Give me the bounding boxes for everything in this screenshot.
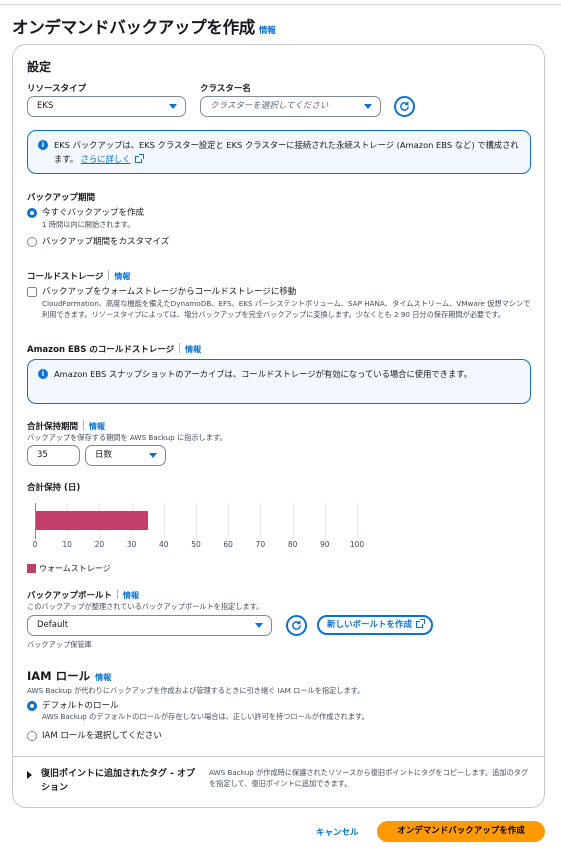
cold-storage-desc: CloudFormation、高度な機能を備えたDynamoDB、EFS、EKS… (42, 299, 531, 319)
cold-storage-label: コールドストレージ 情報 (27, 270, 131, 282)
chart-gridline (260, 503, 262, 539)
chart-bar-0 (36, 511, 148, 530)
learn-more-link[interactable]: さらに詳しく (81, 154, 144, 164)
chart-title: 合計保持 (日) (27, 483, 81, 493)
ebs-info-alert: i Amazon EBS スナップショットのアーカイブは、コールドストレージが有… (27, 359, 531, 404)
radio-backup-now[interactable] (27, 208, 37, 218)
info-link[interactable]: 情報 (114, 272, 130, 281)
settings-title: 設定 (27, 60, 52, 74)
refresh-clusters-button[interactable] (394, 96, 415, 117)
chart-x-tick-label: 30 (126, 540, 137, 549)
radio-customize-window-label: バックアップ期間をカスタマイズ (42, 237, 170, 247)
vault-hint: バックアップ保管庫 (27, 640, 92, 649)
resource-type-select[interactable]: EKS (27, 96, 186, 117)
chart-x-tick-label: 50 (191, 540, 201, 549)
vault-desc: このバックアップが整理されているバックアップボールトを指定します。 (27, 602, 264, 611)
chart-gridline (196, 503, 197, 539)
chart-x-tick-label: 20 (94, 540, 105, 549)
info-link[interactable]: 情報 (123, 591, 139, 600)
chart-gridline (228, 503, 230, 539)
tags-expander-label: 復旧ポイントに追加されたタグ - オプション (41, 769, 196, 793)
legend-swatch (27, 564, 36, 573)
retention-value-input[interactable]: 35 (27, 445, 80, 466)
vault-label: バックアップボールト 情報 (27, 589, 140, 601)
refresh-vaults-button[interactable] (286, 615, 307, 636)
chart-x-tick-label: 90 (320, 540, 330, 549)
radio-default-role[interactable] (27, 701, 37, 711)
tags-desc: AWS Backup が作成時に保護されたリソースから復旧ポイントにタグをコピー… (209, 768, 529, 788)
info-icon: i (38, 369, 48, 379)
cluster-name-label: クラスター名 (200, 84, 251, 94)
iam-role-desc: AWS Backup が代わりにバックアップを作成および管理するときに引き継ぐ … (27, 686, 365, 695)
cancel-button[interactable]: キャンセル (316, 826, 359, 838)
chart-x-tick-label: 80 (287, 540, 298, 549)
chart-x-tick-label: 70 (255, 540, 266, 549)
info-link[interactable]: 情報 (95, 673, 111, 682)
settings-card: 設定 リソースタイプ EKS クラスター名 クラスターを選択してください i E… (12, 44, 545, 808)
chart-x-tick-label: 10 (62, 540, 72, 549)
eks-info-alert: i EKS バックアップは、EKS クラスター設定と EKS クラスターに接続さ… (27, 130, 531, 174)
radio-backup-now-label: 今すぐバックアップを作成 (42, 208, 145, 218)
info-link[interactable]: 情報 (259, 26, 276, 36)
top-divider (0, 4, 561, 5)
chart-gridline (324, 503, 326, 539)
page-title: オンデマンドバックアップを作成 情報 (12, 18, 276, 37)
chart-x-axis: 0 10 20 30 40 50 60 70 80 90 100 (32, 540, 365, 552)
cold-storage-checkbox[interactable] (27, 287, 37, 297)
chart-x-tick-label: 40 (159, 540, 169, 549)
refresh-icon (400, 101, 409, 111)
retention-unit-select[interactable]: 日数 (85, 445, 166, 466)
divider (13, 756, 544, 757)
retention-desc: バックアップを保存する期間を AWS Backup に指示します。 (27, 433, 227, 442)
ebs-cold-label: Amazon EBS のコールドストレージ 情報 (27, 343, 202, 355)
retention-label: 合計保持期間 情報 (27, 420, 106, 432)
legend-label: ウォームストレージ (39, 564, 111, 573)
iam-role-heading: IAM ロール 情報 (27, 669, 112, 683)
chart-gridline (357, 503, 358, 539)
radio-customize-window[interactable] (27, 237, 37, 247)
create-backup-button[interactable]: オンデマンドバックアップを作成 (377, 821, 545, 842)
radio-choose-role-label: IAM ロールを選択してください (42, 731, 162, 741)
external-link-icon (134, 154, 144, 163)
resource-type-label: リソースタイプ (27, 84, 87, 94)
tags-expander[interactable]: 復旧ポイントに追加されたタグ - オプション (27, 767, 202, 797)
chart-x-tick-label: 0 (32, 540, 38, 549)
info-link[interactable]: 情報 (89, 422, 105, 431)
vault-select[interactable]: Default (27, 615, 272, 636)
refresh-icon (292, 620, 301, 630)
chart-x-tick-label: 100 (349, 540, 365, 549)
caret-down-icon (149, 453, 157, 458)
caret-down-icon (255, 623, 263, 628)
info-link[interactable]: 情報 (185, 345, 201, 354)
external-link-icon (416, 619, 426, 628)
backup-window-label: バックアップ期間 (27, 193, 96, 203)
caret-right-icon (27, 771, 32, 779)
radio-choose-role[interactable] (27, 731, 37, 741)
create-vault-button[interactable]: 新しいボールトを作成 (317, 615, 434, 635)
caret-down-icon (169, 104, 177, 109)
chart-gridline (292, 503, 294, 539)
cluster-name-select[interactable]: クラスターを選択してください (200, 96, 381, 117)
info-icon: i (38, 140, 48, 150)
backup-now-desc: 1 時間以内に開始されます。 (42, 220, 135, 229)
caret-down-icon (364, 104, 372, 109)
chart-x-tick-label: 60 (223, 540, 233, 549)
cold-storage-checkbox-label: バックアップをウォームストレージからコールドストレージに移動 (42, 287, 297, 297)
radio-default-role-label: デフォルトのロール (42, 701, 119, 711)
default-role-desc: AWS Backup のデフォルトのロールが存在しない場合は、正しい許可を持つロ… (42, 712, 369, 721)
chart-gridline (163, 503, 165, 539)
